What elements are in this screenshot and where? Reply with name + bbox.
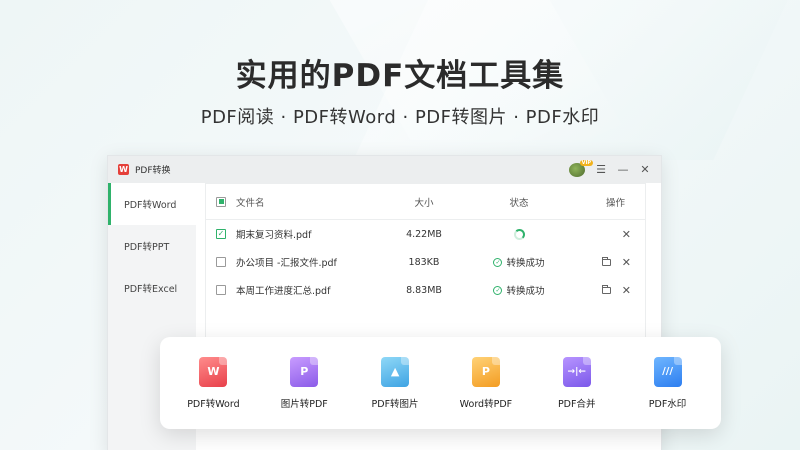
tool-label: PDF转图片 — [371, 398, 419, 410]
image-to-pdf-icon: P — [290, 356, 319, 387]
loading-spinner-icon — [513, 228, 525, 240]
open-folder-icon[interactable] — [601, 256, 611, 266]
row-checkbox[interactable] — [216, 285, 226, 295]
tool-label: 图片转PDF — [280, 398, 328, 410]
row-checkbox[interactable]: ✓ — [216, 229, 226, 239]
avatar[interactable]: VIP — [569, 159, 593, 177]
merge-icon: →|← — [562, 356, 591, 387]
tool-label: PDF合并 — [557, 398, 596, 410]
table-header: 文件名 大小 状态 操作 — [206, 184, 645, 220]
file-name: 期末复习资料.pdf — [236, 230, 312, 241]
tool-pdf-merge[interactable]: →|← PDF合并 — [537, 356, 617, 410]
title-bar: W PDF转换 VIP ☰ — ✕ — [108, 156, 661, 183]
tool-pdf-to-word[interactable]: W PDF转Word — [173, 356, 253, 410]
sidebar-item-pdf-to-excel[interactable]: PDF转Excel — [108, 267, 196, 309]
pdf-to-image-icon: ▲ — [381, 356, 410, 387]
sidebar-item-label: PDF转Word — [124, 200, 177, 211]
tool-label: Word转PDF — [459, 398, 513, 410]
status-cell: ✓ 转换成功 — [464, 255, 574, 269]
select-all-checkbox[interactable] — [216, 196, 226, 207]
file-name: 本周工作进度汇总.pdf — [236, 286, 331, 297]
column-header-actions: 操作 — [605, 197, 625, 209]
file-name: 办公项目 -汇报文件.pdf — [236, 258, 337, 269]
column-header-name: 文件名 — [236, 197, 265, 209]
vip-badge: VIP — [579, 159, 593, 166]
app-title: PDF转换 — [135, 166, 171, 176]
sidebar-item-pdf-to-ppt[interactable]: PDF转PPT — [108, 225, 196, 267]
file-size: 8.83MB — [406, 284, 442, 296]
banner-title: 实用的PDF文档工具集 — [235, 58, 565, 94]
tool-image-to-pdf[interactable]: P 图片转PDF — [264, 356, 344, 410]
file-size: 4.22MB — [406, 228, 442, 240]
open-folder-icon[interactable] — [601, 284, 611, 294]
column-header-status: 状态 — [509, 197, 529, 209]
success-check-icon: ✓ — [493, 257, 503, 267]
success-check-icon: ✓ — [493, 285, 503, 295]
tool-pdf-to-image[interactable]: ▲ PDF转图片 — [355, 356, 435, 410]
status-cell — [464, 228, 574, 240]
column-header-size: 大小 — [414, 197, 434, 209]
sidebar-item-pdf-to-word[interactable]: PDF转Word — [108, 183, 196, 225]
status-text: 转换成功 — [506, 258, 545, 269]
app-logo-icon: W — [118, 164, 129, 175]
tool-word-to-pdf[interactable]: P Word转PDF — [446, 356, 526, 410]
status-text: 转换成功 — [506, 286, 545, 297]
watermark-icon: /// — [653, 356, 682, 387]
menu-icon[interactable]: ☰ — [595, 163, 607, 176]
table-row[interactable]: 本周工作进度汇总.pdf 8.83MB ✓ 转换成功 ✕ — [206, 276, 645, 304]
tool-pdf-watermark[interactable]: /// PDF水印 — [628, 356, 708, 410]
sidebar-item-label: PDF转Excel — [124, 284, 178, 295]
banner-subtitle: PDF阅读 · PDF转Word · PDF转图片 · PDF水印 — [200, 107, 600, 128]
table-row[interactable]: ✓ 期末复习资料.pdf 4.22MB ✕ — [206, 220, 645, 248]
file-table: 文件名 大小 状态 操作 ✓ 期末复习资料.pdf 4.22MB ✕ 办公项目 … — [205, 183, 646, 350]
word-to-pdf-icon: P — [471, 356, 500, 387]
tool-label: PDF水印 — [648, 398, 687, 410]
sidebar-item-label: PDF转PPT — [124, 242, 170, 253]
remove-icon[interactable]: ✕ — [622, 229, 631, 240]
tool-palette: W PDF转Word P 图片转PDF ▲ PDF转图片 P Word转PDF … — [160, 337, 721, 429]
row-checkbox[interactable] — [216, 257, 226, 267]
remove-icon[interactable]: ✕ — [622, 285, 631, 296]
file-size: 183KB — [408, 256, 440, 268]
pdf-to-word-icon: W — [199, 356, 228, 387]
remove-icon[interactable]: ✕ — [622, 257, 631, 268]
status-cell: ✓ 转换成功 — [464, 283, 574, 297]
minimize-icon[interactable]: — — [617, 163, 629, 176]
tool-label: PDF转Word — [187, 398, 240, 410]
table-row[interactable]: 办公项目 -汇报文件.pdf 183KB ✓ 转换成功 ✕ — [206, 248, 645, 276]
close-icon[interactable]: ✕ — [639, 163, 651, 176]
